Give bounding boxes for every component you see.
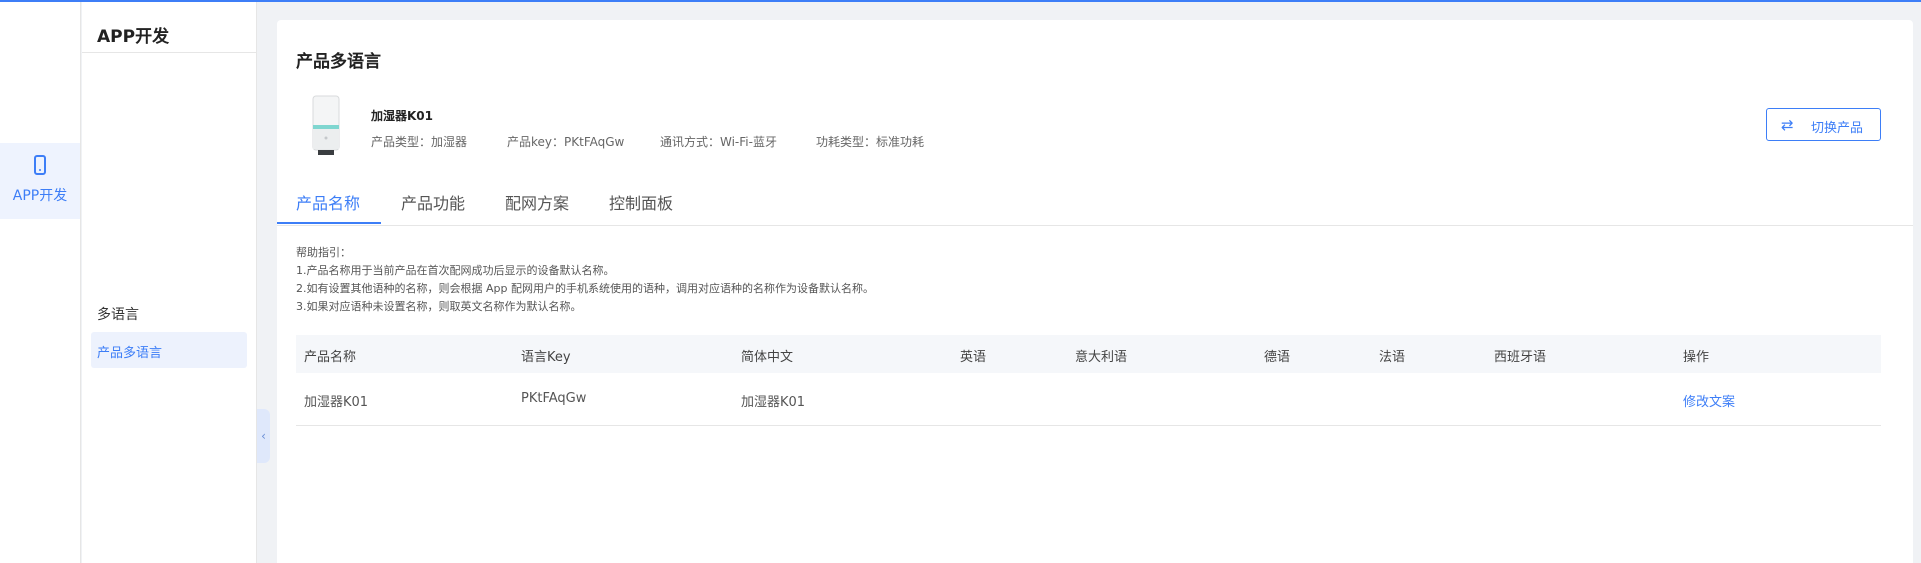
col-simplified-chinese: 简体中文 (741, 350, 794, 365)
top-accent-line (0, 0, 1921, 2)
rail-item-label: APP开发 (12, 188, 68, 204)
tab-product-function[interactable]: 产品功能 (401, 190, 465, 214)
help-guide: 帮助指引： 1.产品名称用于当前产品在首次配网成功后显示的设备默认名称。 2.如… (296, 244, 874, 316)
menu-group-multilang: 多语言 (97, 307, 139, 323)
secondary-menu: APP开发 多语言 产品多语言 (82, 2, 257, 563)
tab-network-config[interactable]: 配网方案 (505, 190, 569, 214)
col-spanish: 西班牙语 (1494, 350, 1547, 365)
product-type: 产品类型：加湿器 (371, 135, 468, 149)
cell-product-name: 加湿器K01 (304, 395, 369, 410)
table-header: 产品名称 语言Key 简体中文 英语 意大利语 德语 法语 西班牙语 操作 (296, 335, 1881, 373)
help-line-3: 3.如果对应语种未设置名称，则取英文名称作为默认名称。 (296, 300, 582, 313)
product-power: 功耗类型：标准功耗 (816, 135, 925, 149)
help-line-2: 2.如有设置其他语种的名称，则会根据 App 配网用户的手机系统使用的语种，调用… (296, 282, 874, 295)
col-actions: 操作 (1683, 350, 1710, 365)
language-table: 产品名称 语言Key 简体中文 英语 意大利语 德语 法语 西班牙语 操作 加湿… (296, 335, 1881, 426)
cell-simplified-chinese: 加湿器K01 (741, 395, 806, 410)
menu-title: APP开发 (97, 27, 170, 47)
product-name: 加湿器K01 (371, 109, 433, 123)
col-german: 德语 (1264, 350, 1291, 365)
primary-nav-rail: APP开发 (0, 2, 81, 563)
switch-product-label: 切换产品 (1811, 121, 1864, 136)
active-tab-indicator (277, 222, 381, 224)
tab-control-panel[interactable]: 控制面板 (609, 190, 673, 214)
tab-bar: 产品名称 产品功能 配网方案 控制面板 (277, 180, 1913, 226)
phone-icon (34, 155, 46, 175)
main-card: 产品多语言 加湿器K01 产品类型：加湿器 产品key：PKtFAqGw 通讯方… (277, 20, 1913, 563)
help-title: 帮助指引： (296, 246, 351, 259)
menu-item-label: 产品多语言 (97, 346, 163, 361)
edit-copy-link[interactable]: 修改文案 (1683, 391, 1735, 410)
help-line-1: 1.产品名称用于当前产品在首次配网成功后显示的设备默认名称。 (296, 264, 615, 277)
col-french: 法语 (1379, 350, 1406, 365)
collapse-menu-handle[interactable]: ‹ (257, 409, 270, 463)
menu-header: APP开发 (82, 2, 256, 53)
tab-product-name[interactable]: 产品名称 (296, 190, 360, 214)
swap-arrows-icon: ⇄ (1781, 116, 1794, 134)
product-key: 产品key：PKtFAqGw (507, 135, 625, 149)
col-product-name: 产品名称 (304, 350, 357, 365)
col-italian: 意大利语 (1075, 350, 1128, 365)
table-row: 加湿器K01 PKtFAqGw 加湿器K01 修改文案 (296, 373, 1881, 426)
rail-item-app-dev[interactable]: APP开发 (0, 143, 80, 219)
menu-item-product-multilang[interactable]: 产品多语言 (91, 332, 247, 368)
cell-language-key: PKtFAqGw (521, 391, 587, 406)
switch-product-button[interactable]: ⇄ 切换产品 (1766, 108, 1881, 141)
product-comm: 通讯方式：Wi-Fi-蓝牙 (660, 135, 777, 149)
humidifier-product-image (312, 95, 340, 155)
page-title: 产品多语言 (296, 52, 381, 72)
col-language-key: 语言Key (521, 350, 571, 365)
chevron-left-icon: ‹ (261, 429, 266, 443)
col-english: 英语 (960, 350, 987, 365)
